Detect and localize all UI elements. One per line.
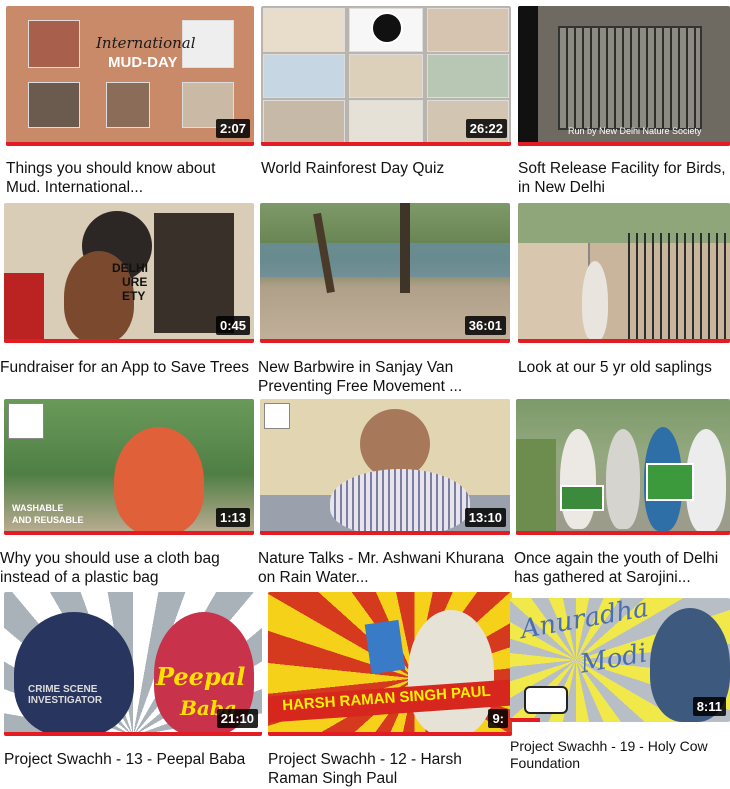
video-title[interactable]: Why you should use a cloth bag instead o… [0, 549, 254, 587]
watch-progress-bar [260, 531, 510, 535]
watch-progress-bar [510, 718, 540, 722]
video-title[interactable]: Nature Talks - Mr. Ashwani Khurana on Ra… [258, 549, 510, 587]
video-card[interactable]: 13:10 Nature Talks - Mr. Ashwani Khurana… [258, 399, 510, 591]
video-thumbnail[interactable] [516, 399, 730, 535]
video-thumbnail[interactable]: DELHI URE ETY 0:45 [4, 203, 254, 343]
video-duration: 13:10 [464, 508, 506, 527]
thumbnail-caption: Run by New Delhi Nature Society [568, 126, 702, 136]
video-thumbnail[interactable]: International MUD-DAY 2:07 [6, 6, 254, 146]
watch-progress-bar [260, 339, 510, 343]
video-duration: 0:45 [215, 316, 250, 335]
video-title[interactable]: World Rainforest Day Quiz [261, 159, 511, 178]
video-thumbnail[interactable]: HARSH RAMAN SINGH PAUL 9: [268, 592, 512, 736]
video-card[interactable]: International MUD-DAY 2:07 Things you sh… [6, 6, 254, 202]
watch-progress-bar [516, 531, 730, 535]
video-duration: 21:10 [216, 709, 258, 728]
video-duration: 1:13 [215, 508, 250, 527]
video-card[interactable]: Run by New Delhi Nature Society Soft Rel… [518, 6, 730, 202]
video-card[interactable]: DELHI URE ETY 0:45 Fundraiser for an App… [0, 203, 254, 399]
thumbnail-caption: International [96, 34, 196, 52]
thumbnail-caption: ETY [122, 289, 146, 303]
thumbnail-caption: Modi [577, 638, 650, 680]
video-thumbnail[interactable]: Run by New Delhi Nature Society [518, 6, 730, 146]
video-duration: 9: [488, 709, 508, 728]
video-title[interactable]: Project Swachh - 13 - Peepal Baba [4, 750, 262, 769]
thumbnail-caption: AND REUSABLE [12, 515, 84, 525]
video-card[interactable]: 26:22 World Rainforest Day Quiz [261, 6, 511, 202]
thumbnail-caption: WASHABLE [12, 503, 64, 513]
thumbnail-caption: URE [122, 275, 148, 289]
video-grid: International MUD-DAY 2:07 Things you sh… [0, 0, 730, 789]
video-title[interactable]: Soft Release Facility for Birds, in New … [518, 159, 730, 197]
video-title[interactable]: Once again the youth of Delhi has gather… [514, 549, 730, 587]
logo-icon [264, 403, 290, 429]
video-card[interactable]: HARSH RAMAN SINGH PAUL 9: Project Swachh… [268, 592, 512, 789]
video-title[interactable]: Look at our 5 yr old saplings [518, 358, 730, 377]
video-title[interactable]: New Barbwire in Sanjay Van Preventing Fr… [258, 358, 510, 396]
video-title[interactable]: Project Swachh - 19 - Holy Cow Foundatio… [510, 738, 730, 772]
video-title[interactable]: Project Swachh - 12 - Harsh Raman Singh … [268, 750, 512, 788]
thumbnail-caption: DELHI [112, 261, 148, 275]
watch-progress-bar [4, 339, 254, 343]
watch-progress-bar [268, 732, 512, 736]
watch-progress-bar [4, 732, 262, 736]
video-card[interactable]: CRIME SCENE INVESTIGATOR Peepal Baba 21:… [4, 592, 262, 789]
video-thumbnail[interactable]: WASHABLE AND REUSABLE 1:13 [4, 399, 254, 535]
watch-progress-bar [518, 339, 730, 343]
video-thumbnail[interactable]: 36:01 [260, 203, 510, 343]
logo-icon [8, 403, 44, 439]
watch-progress-bar [6, 142, 254, 146]
video-card[interactable]: Look at our 5 yr old saplings [518, 203, 730, 399]
video-card[interactable]: WASHABLE AND REUSABLE 1:13 Why you shoul… [0, 399, 254, 591]
watch-progress-bar [4, 531, 254, 535]
thumbnail-caption: MUD-DAY [108, 54, 178, 71]
thumbnail-caption: Peepal [156, 662, 246, 691]
video-card[interactable]: 36:01 New Barbwire in Sanjay Van Prevent… [258, 203, 510, 399]
video-duration: 8:11 [692, 697, 726, 716]
video-title[interactable]: Things you should know about Mud. Intern… [6, 159, 254, 197]
video-thumbnail[interactable]: 26:22 [261, 6, 511, 146]
video-duration: 36:01 [464, 316, 506, 335]
video-thumbnail[interactable]: CRIME SCENE INVESTIGATOR Peepal Baba 21:… [4, 592, 262, 736]
watch-progress-bar [261, 142, 511, 146]
video-card[interactable]: Anuradha Modi 8:11 Project Swachh - 19 -… [510, 598, 730, 789]
video-thumbnail[interactable]: Anuradha Modi 8:11 [510, 598, 730, 722]
video-title[interactable]: Fundraiser for an App to Save Trees [0, 358, 254, 377]
watch-progress-bar [518, 142, 730, 146]
video-thumbnail[interactable] [518, 203, 730, 343]
video-thumbnail[interactable]: 13:10 [260, 399, 510, 535]
video-duration: 2:07 [215, 119, 250, 138]
logo-icon [371, 12, 403, 44]
video-card[interactable]: Once again the youth of Delhi has gather… [514, 399, 730, 591]
thumbnail-caption: Anuradha [518, 598, 651, 645]
thumbnail-caption: CRIME SCENE INVESTIGATOR [28, 684, 103, 706]
video-duration: 26:22 [465, 119, 507, 138]
